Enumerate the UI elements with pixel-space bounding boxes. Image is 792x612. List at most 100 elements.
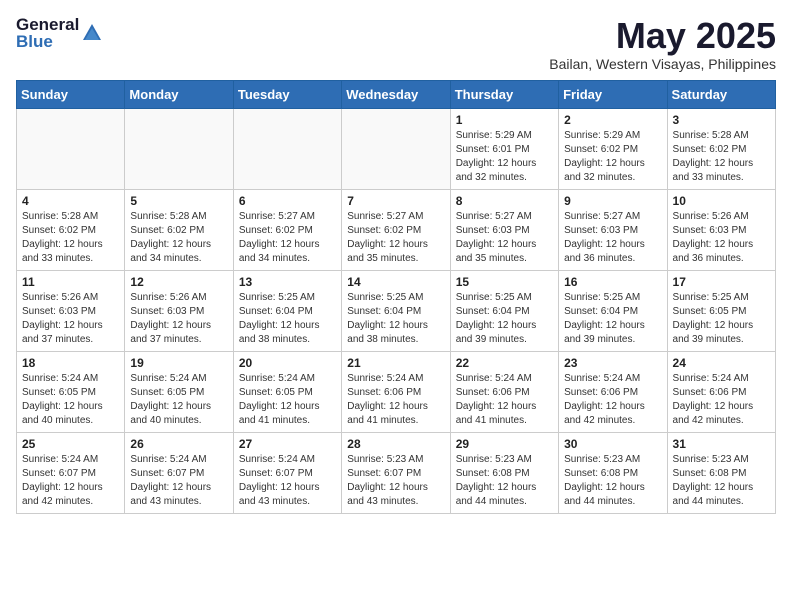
calendar-cell: 5Sunrise: 5:28 AMSunset: 6:02 PMDaylight… <box>125 189 233 270</box>
calendar-cell: 19 Sunrise: 5:24 AMSunset: 6:05 PMDayligh… <box>125 351 233 432</box>
logo-general-text: General <box>16 16 79 33</box>
cell-info: Sunrise: 5:23 AMSunset: 6:08 PMDaylight:… <box>564 453 661 509</box>
logo: General Blue <box>16 16 103 50</box>
day-number: 4 <box>22 194 119 208</box>
calendar-cell: 24 Sunrise: 5:24 AMSunset: 6:06 PMDayligh… <box>667 351 775 432</box>
calendar-week-row: 4 Sunrise: 5:28 AMSunset: 6:02 PMDaylight… <box>17 189 776 270</box>
cell-info: Sunrise: 5:24 AMSunset: 6:05 PMDaylight:… <box>239 372 336 428</box>
day-number: 23 <box>564 356 661 370</box>
cell-info: Sunrise: 5:24 AMSunset: 6:06 PMDaylight:… <box>347 372 444 428</box>
day-number: 9 <box>564 194 661 208</box>
day-number: 16 <box>564 275 661 289</box>
calendar-cell: 4 Sunrise: 5:28 AMSunset: 6:02 PMDaylight… <box>17 189 125 270</box>
day-number: 20 <box>239 356 336 370</box>
calendar-cell: 28Sunrise: 5:23 AMSunset: 6:07 PMDayligh… <box>342 432 450 513</box>
calendar-cell: 20 Sunrise: 5:24 AMSunset: 6:05 PMDayligh… <box>233 351 341 432</box>
calendar-week-row: 11 Sunrise: 5:26 AMSunset: 6:03 PMDayligh… <box>17 270 776 351</box>
day-number: 22 <box>456 356 553 370</box>
day-number: 11 <box>22 275 119 289</box>
calendar-cell: 6Sunrise: 5:27 AMSunset: 6:02 PMDaylight… <box>233 189 341 270</box>
cell-info: Sunrise: 5:25 AMSunset: 6:04 PMDaylight:… <box>456 291 553 347</box>
weekday-header-sunday: Sunday <box>17 80 125 108</box>
calendar-cell: 2 Sunrise: 5:29 AMSunset: 6:02 PMDaylight… <box>559 108 667 189</box>
cell-info: Sunrise: 5:28 AMSunset: 6:02 PMDaylight:… <box>673 129 770 185</box>
calendar-cell <box>233 108 341 189</box>
day-number: 30 <box>564 437 661 451</box>
logo-icon <box>81 22 103 44</box>
cell-info: Sunrise: 5:26 AMSunset: 6:03 PMDaylight:… <box>22 291 119 347</box>
weekday-header-wednesday: Wednesday <box>342 80 450 108</box>
cell-info: Sunrise: 5:26 AMSunset: 6:03 PMDaylight:… <box>673 210 770 266</box>
calendar-cell <box>342 108 450 189</box>
cell-info: Sunrise: 5:24 AMSunset: 6:07 PMDaylight:… <box>130 453 227 509</box>
calendar-cell: 18Sunrise: 5:24 AMSunset: 6:05 PMDayligh… <box>17 351 125 432</box>
day-number: 15 <box>456 275 553 289</box>
cell-info: Sunrise: 5:24 AMSunset: 6:06 PMDaylight:… <box>673 372 770 428</box>
cell-info: Sunrise: 5:25 AMSunset: 6:05 PMDaylight:… <box>673 291 770 347</box>
day-number: 21 <box>347 356 444 370</box>
page-header: General Blue May 2025 Bailan, Western Vi… <box>16 16 776 72</box>
cell-info: Sunrise: 5:27 AMSunset: 6:03 PMDaylight:… <box>564 210 661 266</box>
weekday-header-saturday: Saturday <box>667 80 775 108</box>
day-number: 5 <box>130 194 227 208</box>
calendar-cell: 12 Sunrise: 5:26 AMSunset: 6:03 PMDayligh… <box>125 270 233 351</box>
calendar-cell <box>125 108 233 189</box>
day-number: 17 <box>673 275 770 289</box>
cell-info: Sunrise: 5:24 AMSunset: 6:06 PMDaylight:… <box>564 372 661 428</box>
day-number: 18 <box>22 356 119 370</box>
day-number: 19 <box>130 356 227 370</box>
calendar-week-row: 25Sunrise: 5:24 AMSunset: 6:07 PMDayligh… <box>17 432 776 513</box>
cell-info: Sunrise: 5:24 AMSunset: 6:07 PMDaylight:… <box>239 453 336 509</box>
cell-info: Sunrise: 5:28 AMSunset: 6:02 PMDaylight:… <box>22 210 119 266</box>
cell-info: Sunrise: 5:29 AMSunset: 6:01 PMDaylight:… <box>456 129 553 185</box>
day-number: 2 <box>564 113 661 127</box>
calendar-cell: 23 Sunrise: 5:24 AMSunset: 6:06 PMDayligh… <box>559 351 667 432</box>
calendar-table: SundayMondayTuesdayWednesdayThursdayFrid… <box>16 80 776 514</box>
calendar-cell: 3 Sunrise: 5:28 AMSunset: 6:02 PMDaylight… <box>667 108 775 189</box>
cell-info: Sunrise: 5:26 AMSunset: 6:03 PMDaylight:… <box>130 291 227 347</box>
calendar-cell: 31Sunrise: 5:23 AMSunset: 6:08 PMDayligh… <box>667 432 775 513</box>
weekday-header-monday: Monday <box>125 80 233 108</box>
calendar-cell: 8Sunrise: 5:27 AMSunset: 6:03 PMDaylight… <box>450 189 558 270</box>
calendar-cell: 25Sunrise: 5:24 AMSunset: 6:07 PMDayligh… <box>17 432 125 513</box>
logo-blue-text: Blue <box>16 33 53 50</box>
day-number: 12 <box>130 275 227 289</box>
calendar-cell: 7Sunrise: 5:27 AMSunset: 6:02 PMDaylight… <box>342 189 450 270</box>
calendar-cell: 22 Sunrise: 5:24 AMSunset: 6:06 PMDayligh… <box>450 351 558 432</box>
calendar-cell: 1 Sunrise: 5:29 AMSunset: 6:01 PMDaylight… <box>450 108 558 189</box>
calendar-cell: 30 Sunrise: 5:23 AMSunset: 6:08 PMDayligh… <box>559 432 667 513</box>
cell-info: Sunrise: 5:23 AMSunset: 6:08 PMDaylight:… <box>456 453 553 509</box>
day-number: 13 <box>239 275 336 289</box>
day-number: 29 <box>456 437 553 451</box>
day-number: 24 <box>673 356 770 370</box>
calendar-header-row: SundayMondayTuesdayWednesdayThursdayFrid… <box>17 80 776 108</box>
day-number: 10 <box>673 194 770 208</box>
cell-info: Sunrise: 5:24 AMSunset: 6:06 PMDaylight:… <box>456 372 553 428</box>
day-number: 7 <box>347 194 444 208</box>
calendar-week-row: 1 Sunrise: 5:29 AMSunset: 6:01 PMDaylight… <box>17 108 776 189</box>
day-number: 31 <box>673 437 770 451</box>
day-number: 3 <box>673 113 770 127</box>
calendar-cell: 11 Sunrise: 5:26 AMSunset: 6:03 PMDayligh… <box>17 270 125 351</box>
calendar-cell: 10 Sunrise: 5:26 AMSunset: 6:03 PMDayligh… <box>667 189 775 270</box>
month-year-title: May 2025 <box>549 16 776 56</box>
weekday-header-friday: Friday <box>559 80 667 108</box>
calendar-cell: 13Sunrise: 5:25 AMSunset: 6:04 PMDayligh… <box>233 270 341 351</box>
day-number: 27 <box>239 437 336 451</box>
cell-info: Sunrise: 5:27 AMSunset: 6:03 PMDaylight:… <box>456 210 553 266</box>
calendar-cell: 21 Sunrise: 5:24 AMSunset: 6:06 PMDayligh… <box>342 351 450 432</box>
calendar-cell: 17 Sunrise: 5:25 AMSunset: 6:05 PMDayligh… <box>667 270 775 351</box>
weekday-header-thursday: Thursday <box>450 80 558 108</box>
calendar-cell: 29 Sunrise: 5:23 AMSunset: 6:08 PMDayligh… <box>450 432 558 513</box>
cell-info: Sunrise: 5:29 AMSunset: 6:02 PMDaylight:… <box>564 129 661 185</box>
day-number: 6 <box>239 194 336 208</box>
day-number: 1 <box>456 113 553 127</box>
location-subtitle: Bailan, Western Visayas, Philippines <box>549 56 776 72</box>
calendar-cell: 14Sunrise: 5:25 AMSunset: 6:04 PMDayligh… <box>342 270 450 351</box>
title-block: May 2025 Bailan, Western Visayas, Philip… <box>549 16 776 72</box>
calendar-cell: 9 Sunrise: 5:27 AMSunset: 6:03 PMDaylight… <box>559 189 667 270</box>
cell-info: Sunrise: 5:23 AMSunset: 6:07 PMDaylight:… <box>347 453 444 509</box>
cell-info: Sunrise: 5:24 AMSunset: 6:05 PMDaylight:… <box>130 372 227 428</box>
calendar-cell: 16Sunrise: 5:25 AMSunset: 6:04 PMDayligh… <box>559 270 667 351</box>
calendar-cell: 27 Sunrise: 5:24 AMSunset: 6:07 PMDayligh… <box>233 432 341 513</box>
